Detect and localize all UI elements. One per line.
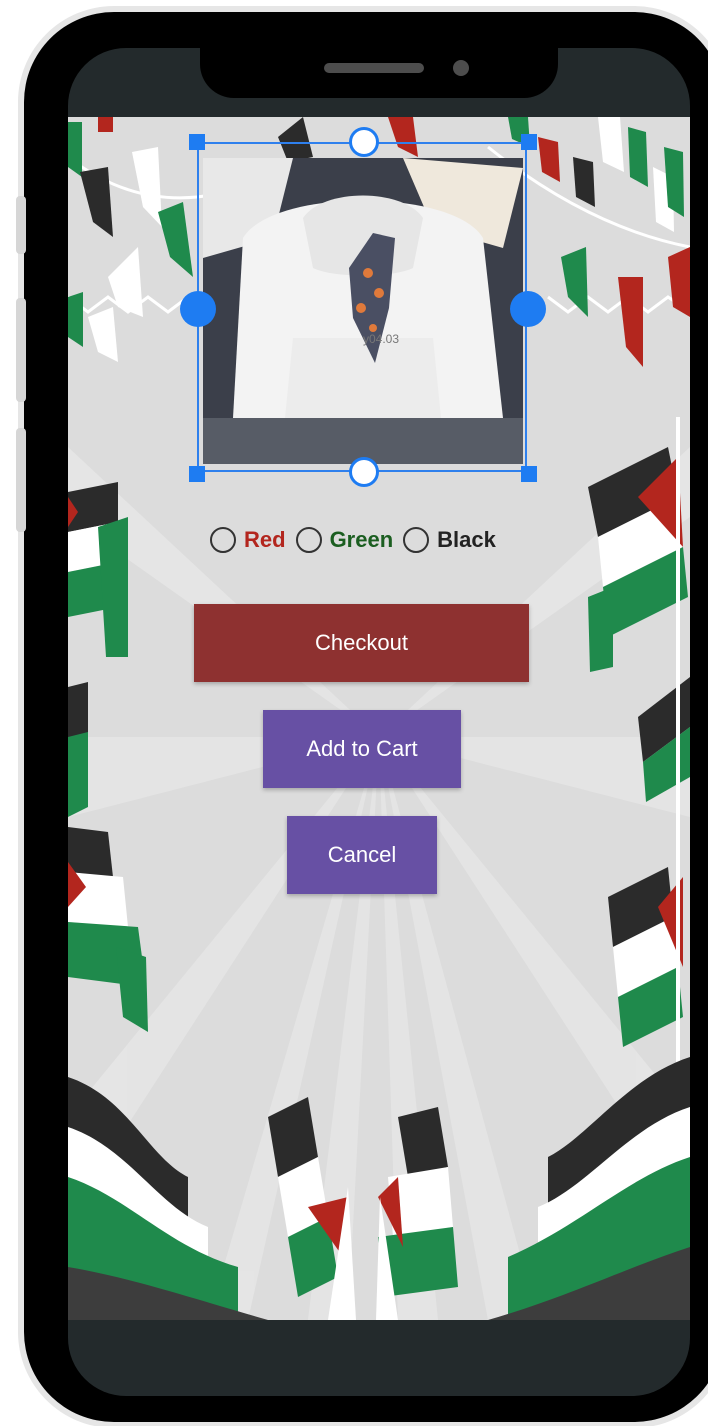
front-camera [453,60,469,76]
radio-unchecked-icon[interactable] [295,527,322,553]
color-option-red[interactable]: Red [210,527,286,553]
right-flag-3 [608,867,683,1047]
add-to-cart-button[interactable]: Add to Cart [263,710,461,788]
crop-handle-icon[interactable] [510,291,546,327]
radio-unchecked-icon[interactable] [403,527,430,553]
bottom-flags [68,1057,690,1320]
app-screen: y04.03 Red Green Black Checkout Add to C… [68,117,690,1320]
color-label-red: Red [244,527,286,552]
color-label-black: Black [437,527,496,552]
crop-handle-icon[interactable] [521,134,537,150]
crop-handle-icon[interactable] [189,466,205,482]
speaker-grille [324,63,424,73]
print-text: y04.03 [363,332,399,346]
phone-side-button [16,196,26,254]
crop-handle-icon[interactable] [349,457,379,487]
crop-handle-icon[interactable] [180,291,216,327]
crop-handle-icon[interactable] [349,127,379,157]
cancel-button[interactable]: Cancel [287,816,437,894]
left-flag-3 [68,827,148,1032]
color-option-green[interactable]: Green [295,527,394,553]
color-label-green: Green [329,527,394,552]
phone-volume-down-button [16,428,26,532]
radio-unchecked-icon[interactable] [210,527,236,553]
phone-volume-up-button [16,298,26,402]
color-option-black[interactable]: Black [403,527,496,553]
left-flag-2 [68,682,88,817]
crop-handle-icon[interactable] [521,466,537,482]
phone-notch [200,48,558,98]
color-options: Red Green Black [210,524,506,556]
right-flag-1 [588,447,688,672]
product-image-crop-frame[interactable]: y04.03 [180,127,546,487]
product-image: y04.03 [203,158,523,464]
checkout-button[interactable]: Checkout [194,604,529,682]
crop-handle-icon[interactable] [189,134,205,150]
